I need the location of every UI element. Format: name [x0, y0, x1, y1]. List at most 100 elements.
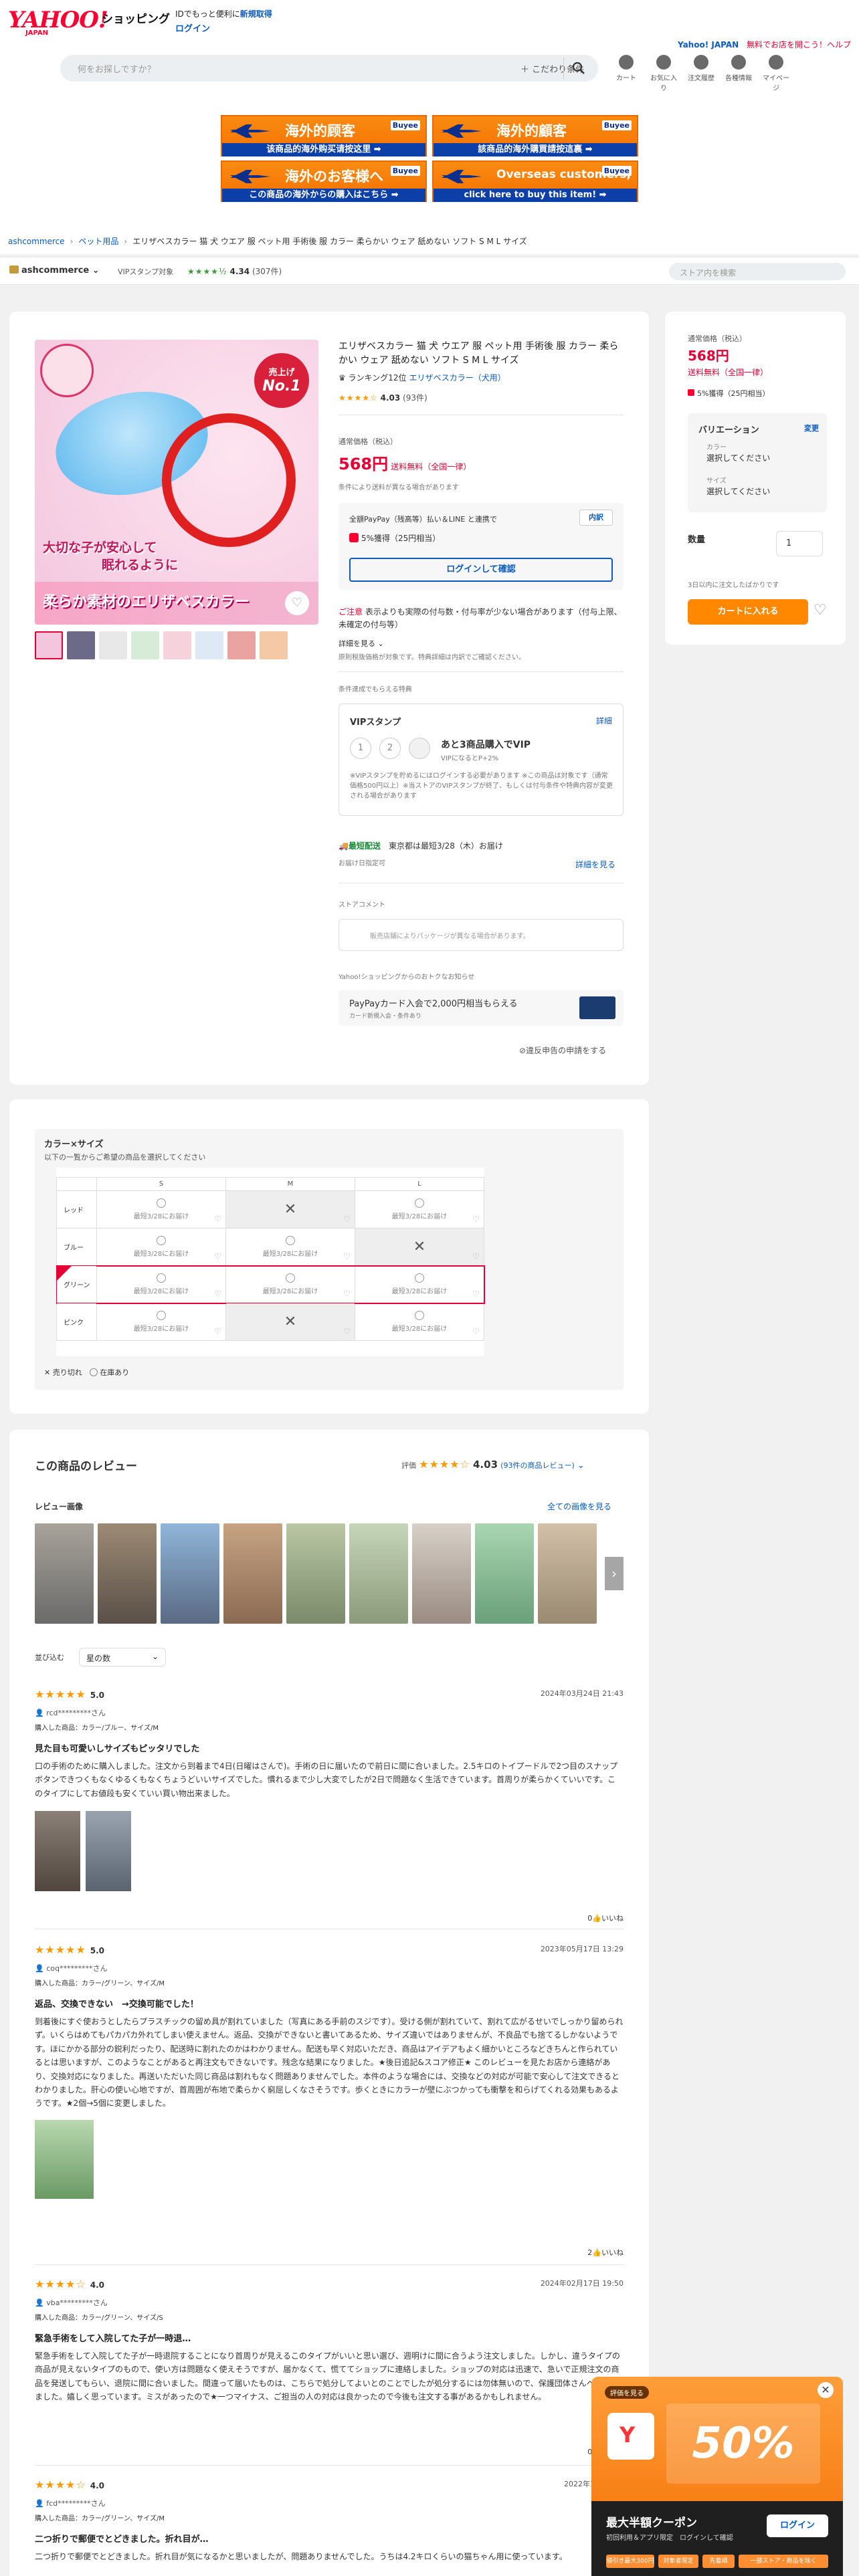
- favorite-heart-icon[interactable]: ♡: [814, 602, 827, 619]
- heart-icon[interactable]: ♡: [472, 1289, 480, 1299]
- variation-cell[interactable]: 最短3/28にお届け ♡: [355, 1190, 484, 1228]
- heart-icon[interactable]: ♡: [343, 1289, 351, 1299]
- heart-icon[interactable]: ♡: [214, 1214, 221, 1224]
- heart-icon[interactable]: ♡: [343, 1327, 351, 1336]
- radio-button[interactable]: [157, 1273, 166, 1283]
- favorite-heart-icon[interactable]: ♡: [285, 591, 309, 615]
- heart-icon[interactable]: ♡: [214, 1252, 221, 1261]
- thumbnail-3[interactable]: [99, 631, 127, 659]
- nav-cart[interactable]: カート: [611, 55, 641, 82]
- thumbnail-7[interactable]: [227, 631, 256, 659]
- review-image[interactable]: [161, 1523, 219, 1624]
- product-rating[interactable]: ★★★★☆ 4.03 (93件): [339, 392, 427, 403]
- carousel-next-button[interactable]: ›: [605, 1557, 624, 1590]
- heart-icon[interactable]: ♡: [214, 1327, 221, 1336]
- heart-icon[interactable]: ♡: [214, 1289, 221, 1299]
- breakdown-button[interactable]: 内訳: [579, 510, 613, 526]
- search-bar[interactable]: 何をお探しですか？ ＋ こだわり条件: [60, 55, 598, 82]
- review-image[interactable]: [86, 1811, 131, 1892]
- radio-button[interactable]: [157, 1198, 166, 1208]
- variation-cell[interactable]: 最短3/28にお届け ♡: [355, 1265, 484, 1303]
- delivery-detail-link[interactable]: 詳細を見る: [575, 859, 615, 870]
- breadcrumb-store[interactable]: ashcommerce: [8, 237, 65, 246]
- thumbnail-1[interactable]: [35, 631, 63, 659]
- radio-button[interactable]: [286, 1236, 295, 1245]
- report-link[interactable]: ⊘違反申告の申請をする: [519, 1045, 606, 1056]
- review-image[interactable]: [35, 1811, 80, 1892]
- thumbnail-6[interactable]: [195, 631, 223, 659]
- heart-icon[interactable]: ♡: [343, 1252, 351, 1261]
- breadcrumb-category[interactable]: ペット用品: [78, 237, 118, 246]
- radio-button[interactable]: [415, 1198, 424, 1208]
- heart-icon[interactable]: ♡: [472, 1214, 480, 1224]
- thumbnail-5[interactable]: [163, 631, 191, 659]
- review-image[interactable]: [286, 1523, 345, 1624]
- variation-cell[interactable]: 最短3/28にお届け ♡: [96, 1303, 226, 1341]
- review-image[interactable]: [349, 1523, 408, 1624]
- radio-button[interactable]: [415, 1273, 424, 1283]
- open-store-link[interactable]: 無料でお店を開こう！ヘルプ: [747, 40, 851, 49]
- coupon-login-button[interactable]: ログイン: [767, 2514, 828, 2537]
- review-image[interactable]: [35, 1523, 94, 1624]
- store-name[interactable]: ashcommerce ⌄: [9, 265, 100, 276]
- see-all-images-link[interactable]: 全ての画像を見る: [547, 1501, 611, 1512]
- size-select[interactable]: 選択してください: [706, 486, 770, 497]
- review-image[interactable]: [223, 1523, 282, 1624]
- banner-english[interactable]: Overseas customers, Buyee click here to bu…: [432, 160, 638, 202]
- signup-link[interactable]: 新規取得: [240, 9, 272, 19]
- variation-cell[interactable]: 最短3/28にお届け ♡: [96, 1228, 226, 1266]
- search-input[interactable]: 何をお探しですか？: [78, 62, 156, 75]
- color-select[interactable]: 選択してください: [706, 452, 770, 463]
- reviews-summary[interactable]: 評価 ★★★★☆ 4.03 (93件の商品レビュー) ⌄: [401, 1458, 585, 1471]
- coupon-tag[interactable]: 評価を見る: [605, 2386, 649, 2399]
- nav-favorites[interactable]: お気に入り: [649, 55, 678, 92]
- variation-cell[interactable]: 最短3/28にお届け ♡: [96, 1190, 226, 1228]
- review-image[interactable]: [475, 1523, 534, 1624]
- yahoo-logo[interactable]: YAHOO!: [8, 7, 108, 33]
- banner-cn-simplified[interactable]: 海外的顾客 Buyee 该商品的海外购买请按这里 ➡: [221, 115, 427, 156]
- paypay-card-banner[interactable]: PayPayカード入会で2,000円相当もらえる カード新規入会・条件あり: [339, 990, 624, 1026]
- thumbnail-2[interactable]: [67, 631, 95, 659]
- yahoo-japan-link[interactable]: Yahoo! JAPAN: [678, 40, 739, 49]
- store-rating[interactable]: ★★★★½ 4.34 (307件): [187, 265, 282, 277]
- banner-cn-traditional[interactable]: 海外的顧客 Buyee 該商品的海外購買請按這裏 ➡: [432, 115, 638, 156]
- store-search-input[interactable]: ストア内を検索: [669, 263, 846, 280]
- shopping-wordmark[interactable]: ショッピング: [102, 9, 170, 26]
- heart-icon[interactable]: ♡: [472, 1252, 480, 1261]
- review-image[interactable]: [412, 1523, 471, 1624]
- like-button[interactable]: 2👍いいね: [587, 2247, 624, 2258]
- product-main-image[interactable]: 売上げ No.1 大切な子が安心して 眠れるように 柔らか素材のエリザベスカラー …: [35, 340, 318, 625]
- sort-select[interactable]: 星の数 ⌄: [79, 1648, 166, 1667]
- variation-box[interactable]: バリエーション 変更 カラー 選択してください サイズ 選択してください: [688, 413, 827, 512]
- banner-japanese[interactable]: 海外のお客様へ Buyee この商品の海外からの購入はこちら ➡: [221, 160, 427, 202]
- thumbnail-8[interactable]: [260, 631, 288, 659]
- nav-info[interactable]: 各種情報: [724, 55, 753, 82]
- close-icon[interactable]: ✕: [818, 2382, 834, 2398]
- heart-icon[interactable]: ♡: [343, 1214, 351, 1224]
- review-image[interactable]: [98, 1523, 157, 1624]
- quantity-input[interactable]: 1: [776, 531, 823, 556]
- radio-button[interactable]: [157, 1311, 166, 1320]
- review-image[interactable]: [538, 1523, 597, 1624]
- like-button[interactable]: 0👍いいね: [587, 1913, 624, 1923]
- radio-button[interactable]: [286, 1273, 295, 1283]
- variation-cell[interactable]: 最短3/28にお届け ♡: [96, 1265, 226, 1303]
- add-to-cart-button[interactable]: カートに入れる: [688, 599, 808, 625]
- vip-detail-link[interactable]: 詳細: [596, 715, 612, 726]
- caution-detail-link[interactable]: 詳細を見る ⌄: [339, 638, 384, 649]
- radio-button[interactable]: [157, 1236, 166, 1245]
- nav-history[interactable]: 注文履歴: [686, 55, 716, 82]
- thumbnail-4[interactable]: [131, 631, 159, 659]
- heart-icon[interactable]: ♡: [472, 1327, 480, 1336]
- ranking-category-link[interactable]: エリザベスカラー（犬用）: [409, 373, 506, 383]
- search-button[interactable]: [563, 58, 593, 79]
- login-confirm-button[interactable]: ログインして確認: [349, 558, 613, 582]
- change-variation-link[interactable]: 変更: [804, 423, 819, 433]
- variation-cell[interactable]: 最短3/28にお届け ♡: [225, 1265, 355, 1303]
- login-link[interactable]: ログイン: [175, 21, 210, 34]
- review-image[interactable]: [35, 2119, 94, 2199]
- variation-cell[interactable]: 最短3/28にお届け ♡: [355, 1303, 484, 1341]
- radio-button[interactable]: [415, 1311, 424, 1320]
- nav-mypage[interactable]: マイページ: [761, 55, 791, 92]
- variation-cell[interactable]: 最短3/28にお届け ♡: [225, 1228, 355, 1266]
